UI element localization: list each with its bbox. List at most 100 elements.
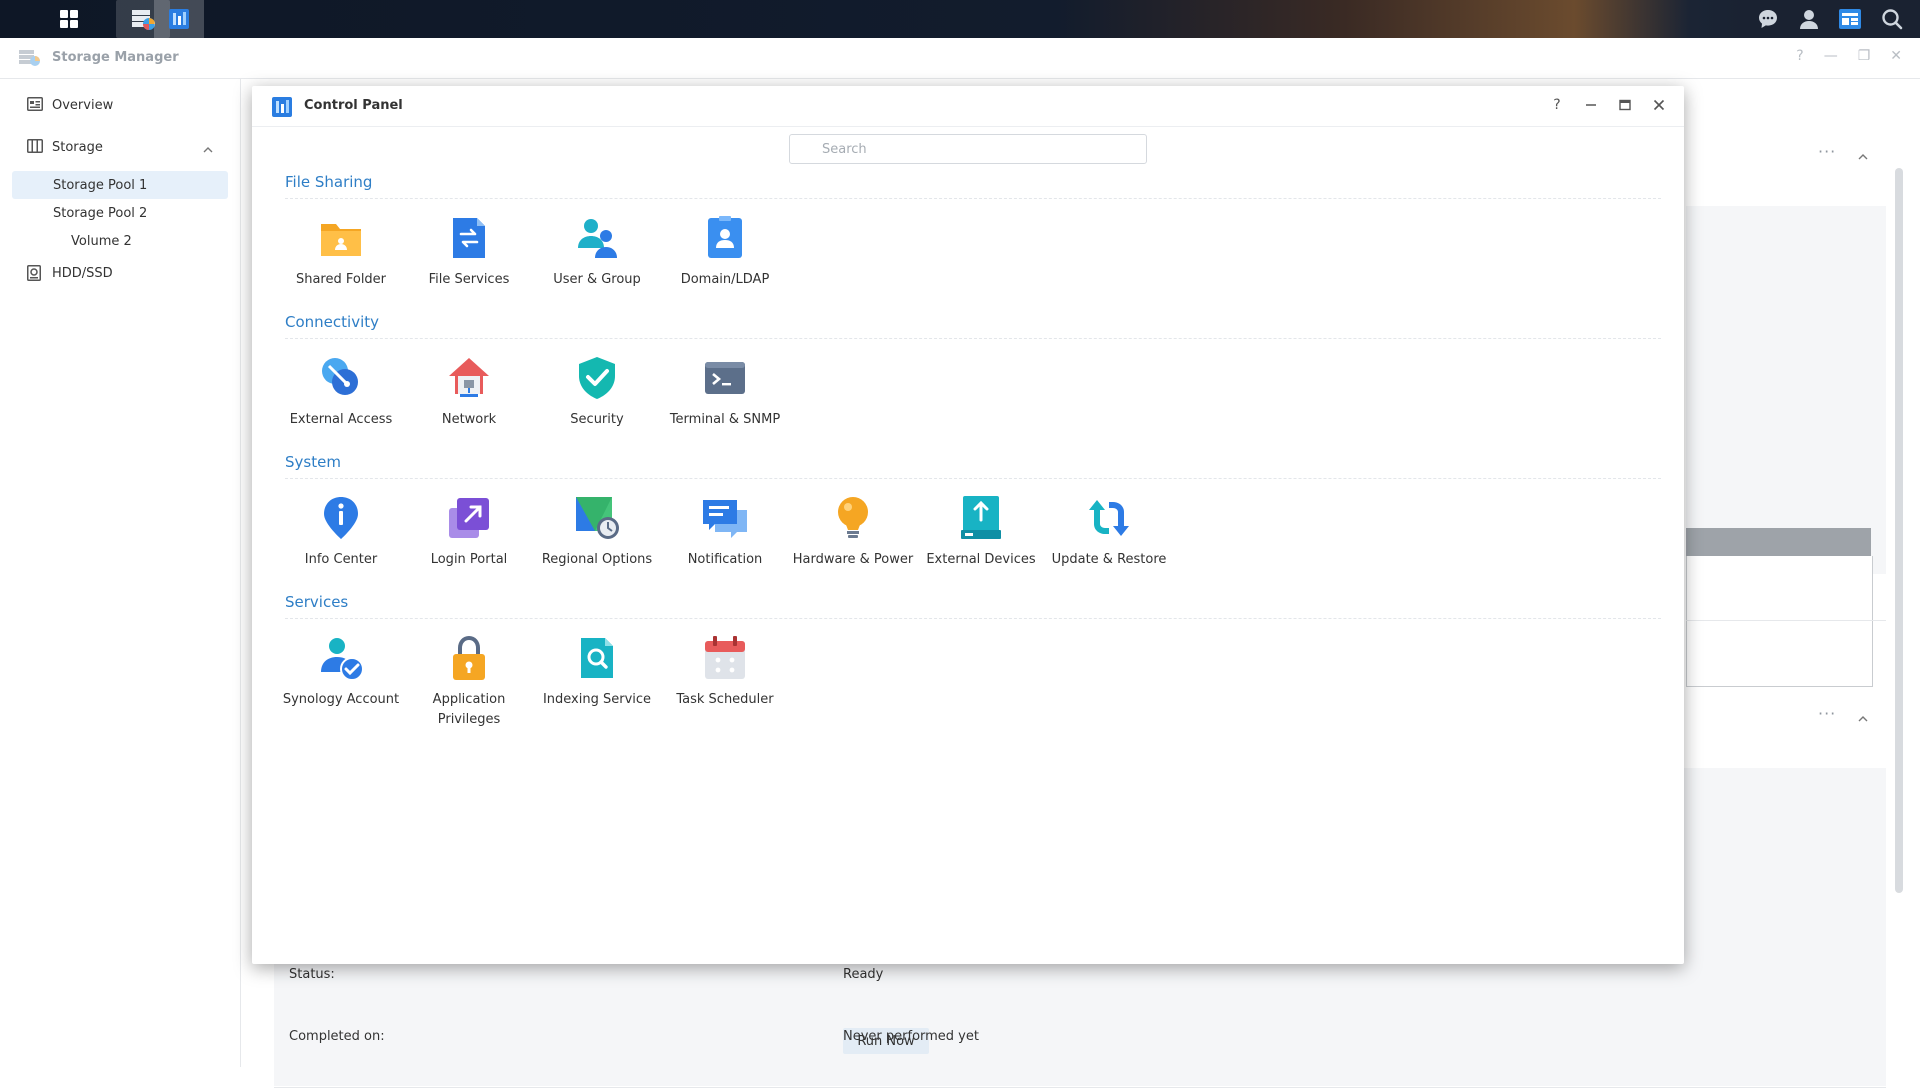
tile-label: Regional Options <box>541 552 653 567</box>
tile-application-privileges[interactable]: Application Privileges <box>404 634 534 730</box>
section-title-connectivity: Connectivity <box>285 313 379 331</box>
taskbar-tray <box>1740 0 1920 38</box>
taskbar <box>0 0 1920 38</box>
tile-label: Hardware & Power <box>792 552 914 567</box>
background-table-header <box>1686 528 1871 556</box>
tile-regional-options[interactable]: Regional Options <box>532 494 662 570</box>
close-icon[interactable] <box>1650 96 1668 114</box>
sidebar-item-overview[interactable]: Overview <box>0 91 240 119</box>
chevron-up-icon[interactable] <box>1858 148 1868 164</box>
tile-login-portal[interactable]: Login Portal <box>404 494 534 570</box>
sidebar-item-label: Storage Pool 2 <box>53 205 148 221</box>
taskbar-control-panel[interactable] <box>154 0 204 38</box>
tile-label: Shared Folder <box>295 272 387 287</box>
calendar-icon <box>705 636 745 679</box>
more-options-icon[interactable]: ··· <box>1818 142 1836 161</box>
lightbulb-icon <box>838 497 868 538</box>
control-panel-title: Control Panel <box>304 98 403 113</box>
login-portal-icon <box>449 498 489 538</box>
divider <box>285 198 1661 199</box>
notification-icon <box>703 500 747 538</box>
divider <box>1686 620 1886 621</box>
close-icon[interactable]: ✕ <box>1890 48 1902 64</box>
tile-indexing-service[interactable]: Indexing Service <box>532 634 662 710</box>
tile-synology-account[interactable]: Synology Account <box>276 634 406 710</box>
storage-manager-window-controls: ? — ❐ ✕ <box>1796 48 1902 64</box>
tile-external-access[interactable]: External Access <box>276 354 406 430</box>
search-input[interactable] <box>789 134 1147 164</box>
tile-info-center[interactable]: Info Center <box>276 494 406 570</box>
control-panel-icon <box>270 96 294 122</box>
lock-icon <box>453 635 485 680</box>
more-options-icon[interactable]: ··· <box>1818 704 1836 723</box>
tile-user-group[interactable]: User & Group <box>532 214 662 290</box>
control-panel-window-controls: ? <box>1548 96 1668 114</box>
terminal-icon <box>705 362 745 394</box>
grid-icon <box>60 10 78 28</box>
tile-external-devices[interactable]: External Devices <box>916 494 1046 570</box>
section-title-services: Services <box>285 593 349 611</box>
minimize-icon[interactable]: — <box>1824 48 1838 64</box>
storage-manager-icon <box>132 10 155 30</box>
chevron-up-icon[interactable] <box>1858 710 1868 726</box>
user-icon[interactable] <box>1798 8 1820 30</box>
help-icon[interactable]: ? <box>1548 96 1566 114</box>
status-value: Ready <box>843 967 884 982</box>
tile-label: Synology Account <box>282 692 400 707</box>
storage-manager-titlebar: Storage Manager ? — ❐ ✕ <box>0 38 1920 79</box>
tile-label: Terminal & SNMP <box>669 412 781 427</box>
file-services-icon <box>453 218 485 258</box>
sidebar-item-volume-2[interactable]: Volume 2 <box>12 227 228 255</box>
sidebar-item-storage[interactable]: Storage <box>0 133 240 161</box>
tile-label: Task Scheduler <box>676 692 774 707</box>
chat-icon[interactable] <box>1757 8 1779 30</box>
tile-label: Notification <box>687 552 763 567</box>
external-access-icon <box>322 358 358 395</box>
tile-label: Security <box>570 412 624 427</box>
completed-value: Never performed yet <box>843 1029 979 1044</box>
section-title-system: System <box>285 453 341 471</box>
regional-options-icon <box>576 497 619 539</box>
hdd-icon <box>27 265 41 285</box>
tile-terminal-snmp[interactable]: Terminal & SNMP <box>660 354 790 430</box>
tile-label: Network <box>441 412 497 427</box>
divider <box>285 478 1661 479</box>
security-icon <box>579 357 615 399</box>
sidebar-item-storage-pool-1[interactable]: Storage Pool 1 <box>12 171 228 199</box>
synology-account-icon <box>321 638 364 681</box>
widgets-icon[interactable] <box>1838 8 1862 30</box>
storage-manager-icon <box>18 48 42 72</box>
minimize-icon[interactable] <box>1582 96 1600 114</box>
tile-label: User & Group <box>553 272 641 287</box>
tile-label: File Services <box>428 272 510 287</box>
chevron-up-icon[interactable] <box>203 142 213 157</box>
restore-icon[interactable]: ❐ <box>1858 48 1871 64</box>
search-icon[interactable] <box>1881 8 1903 30</box>
sidebar-item-label: Volume 2 <box>71 233 132 249</box>
main-menu-button[interactable] <box>44 0 94 38</box>
status-label: Status: <box>289 967 335 982</box>
tile-domain-ldap[interactable]: Domain/LDAP <box>660 214 790 290</box>
sidebar-item-storage-pool-2[interactable]: Storage Pool 2 <box>12 199 228 227</box>
shared-folder-icon <box>321 224 361 256</box>
sidebar-item-hdd-ssd[interactable]: HDD/SSD <box>0 259 240 287</box>
storage-icon <box>27 139 43 157</box>
background-panel <box>1686 206 1886 574</box>
tile-file-services[interactable]: File Services <box>404 214 534 290</box>
tile-security[interactable]: Security <box>532 354 662 430</box>
tile-update-restore[interactable]: Update & Restore <box>1044 494 1174 570</box>
maximize-icon[interactable] <box>1616 96 1634 114</box>
tile-shared-folder[interactable]: Shared Folder <box>276 214 406 290</box>
scrollbar[interactable] <box>1895 168 1903 893</box>
tile-notification[interactable]: Notification <box>660 494 790 570</box>
info-center-icon <box>324 497 358 539</box>
indexing-service-icon <box>581 638 613 678</box>
update-restore-icon <box>1089 500 1129 536</box>
tile-hardware-power[interactable]: Hardware & Power <box>788 494 918 570</box>
external-devices-icon <box>961 496 1001 539</box>
tile-network[interactable]: Network <box>404 354 534 430</box>
help-icon[interactable]: ? <box>1796 48 1803 64</box>
divider <box>285 338 1661 339</box>
tile-task-scheduler[interactable]: Task Scheduler <box>660 634 790 710</box>
control-panel-titlebar: Control Panel ? <box>252 86 1684 127</box>
